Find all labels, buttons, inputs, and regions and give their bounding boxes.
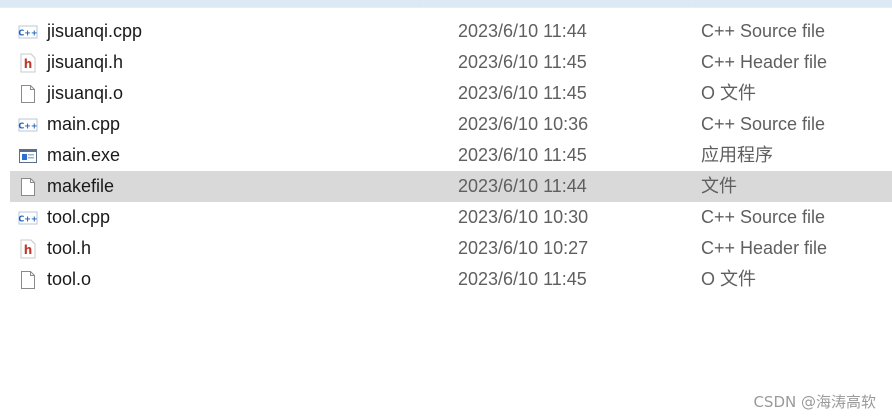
file-modified-date: 2023/6/10 11:45 — [458, 269, 587, 289]
file-type: C++ Source file — [701, 21, 826, 41]
file-modified-date: 2023/6/10 10:27 — [458, 238, 589, 258]
file-name: tool.cpp — [47, 207, 111, 227]
cpp-file-icon: C++ — [18, 115, 38, 135]
svg-text:h: h — [24, 57, 33, 71]
file-modified-date: 2023/6/10 11:45 — [458, 145, 587, 165]
watermark: CSDN @海涛高软 — [753, 393, 876, 411]
file-name: tool.o — [47, 269, 92, 289]
header-file-icon: h — [18, 239, 38, 259]
file-row[interactable]: C++ tool.cpp 2023/6/10 10:30 C++ Source fil… — [10, 202, 892, 233]
file-row[interactable]: main.exe 2023/6/10 11:45 应用程序 — [10, 140, 892, 171]
file-modified-date: 2023/6/10 11:44 — [458, 21, 587, 41]
file-name: jisuanqi.o — [47, 83, 124, 103]
exe-file-icon — [18, 146, 38, 166]
file-modified-date: 2023/6/10 10:36 — [458, 114, 589, 134]
file-row[interactable]: makefile 2023/6/10 11:44 文件 — [10, 171, 892, 202]
svg-text:C++: C++ — [18, 29, 37, 38]
file-row[interactable]: C++ jisuanqi.cpp 2023/6/10 11:44 C++ Source… — [10, 16, 892, 47]
file-name: tool.h — [47, 238, 92, 258]
file-modified-date: 2023/6/10 10:30 — [458, 207, 589, 227]
blank-file-icon — [18, 177, 38, 197]
svg-text:C++: C++ — [18, 122, 37, 131]
file-modified-date: 2023/6/10 11:45 — [458, 83, 587, 103]
file-type: C++ Source file — [701, 114, 826, 134]
file-name: makefile — [47, 176, 115, 196]
blank-file-icon — [18, 84, 38, 104]
svg-text:h: h — [24, 243, 33, 257]
column-divider[interactable] — [691, 0, 692, 7]
file-list: C++ jisuanqi.cpp 2023/6/10 11:44 C++ Source… — [10, 16, 892, 295]
file-row[interactable]: tool.o 2023/6/10 11:45 O 文件 — [10, 264, 892, 295]
svg-text:C++: C++ — [18, 215, 37, 224]
column-header-strip — [0, 0, 892, 8]
file-type: O 文件 — [701, 269, 757, 289]
file-type: 文件 — [701, 176, 737, 196]
cpp-file-icon: C++ — [18, 208, 38, 228]
file-row[interactable]: h tool.h 2023/6/10 10:27 C++ Header file — [10, 233, 892, 264]
file-type: C++ Header file — [701, 238, 828, 258]
file-name: main.exe — [47, 145, 121, 165]
file-name: jisuanqi.h — [47, 52, 124, 72]
file-row[interactable]: C++ main.cpp 2023/6/10 10:36 C++ Source fil… — [10, 109, 892, 140]
column-divider[interactable] — [423, 0, 424, 7]
file-modified-date: 2023/6/10 11:45 — [458, 52, 587, 72]
blank-file-icon — [18, 270, 38, 290]
file-type: C++ Header file — [701, 52, 828, 72]
file-modified-date: 2023/6/10 11:44 — [458, 176, 587, 196]
header-file-icon: h — [18, 53, 38, 73]
file-name: main.cpp — [47, 114, 121, 134]
file-type: C++ Source file — [701, 207, 826, 227]
file-type: 应用程序 — [701, 145, 773, 165]
cpp-file-icon: C++ — [18, 22, 38, 42]
file-row[interactable]: jisuanqi.o 2023/6/10 11:45 O 文件 — [10, 78, 892, 109]
file-row[interactable]: h jisuanqi.h 2023/6/10 11:45 C++ Header fil… — [10, 47, 892, 78]
file-name: jisuanqi.cpp — [47, 21, 143, 41]
file-type: O 文件 — [701, 83, 757, 103]
